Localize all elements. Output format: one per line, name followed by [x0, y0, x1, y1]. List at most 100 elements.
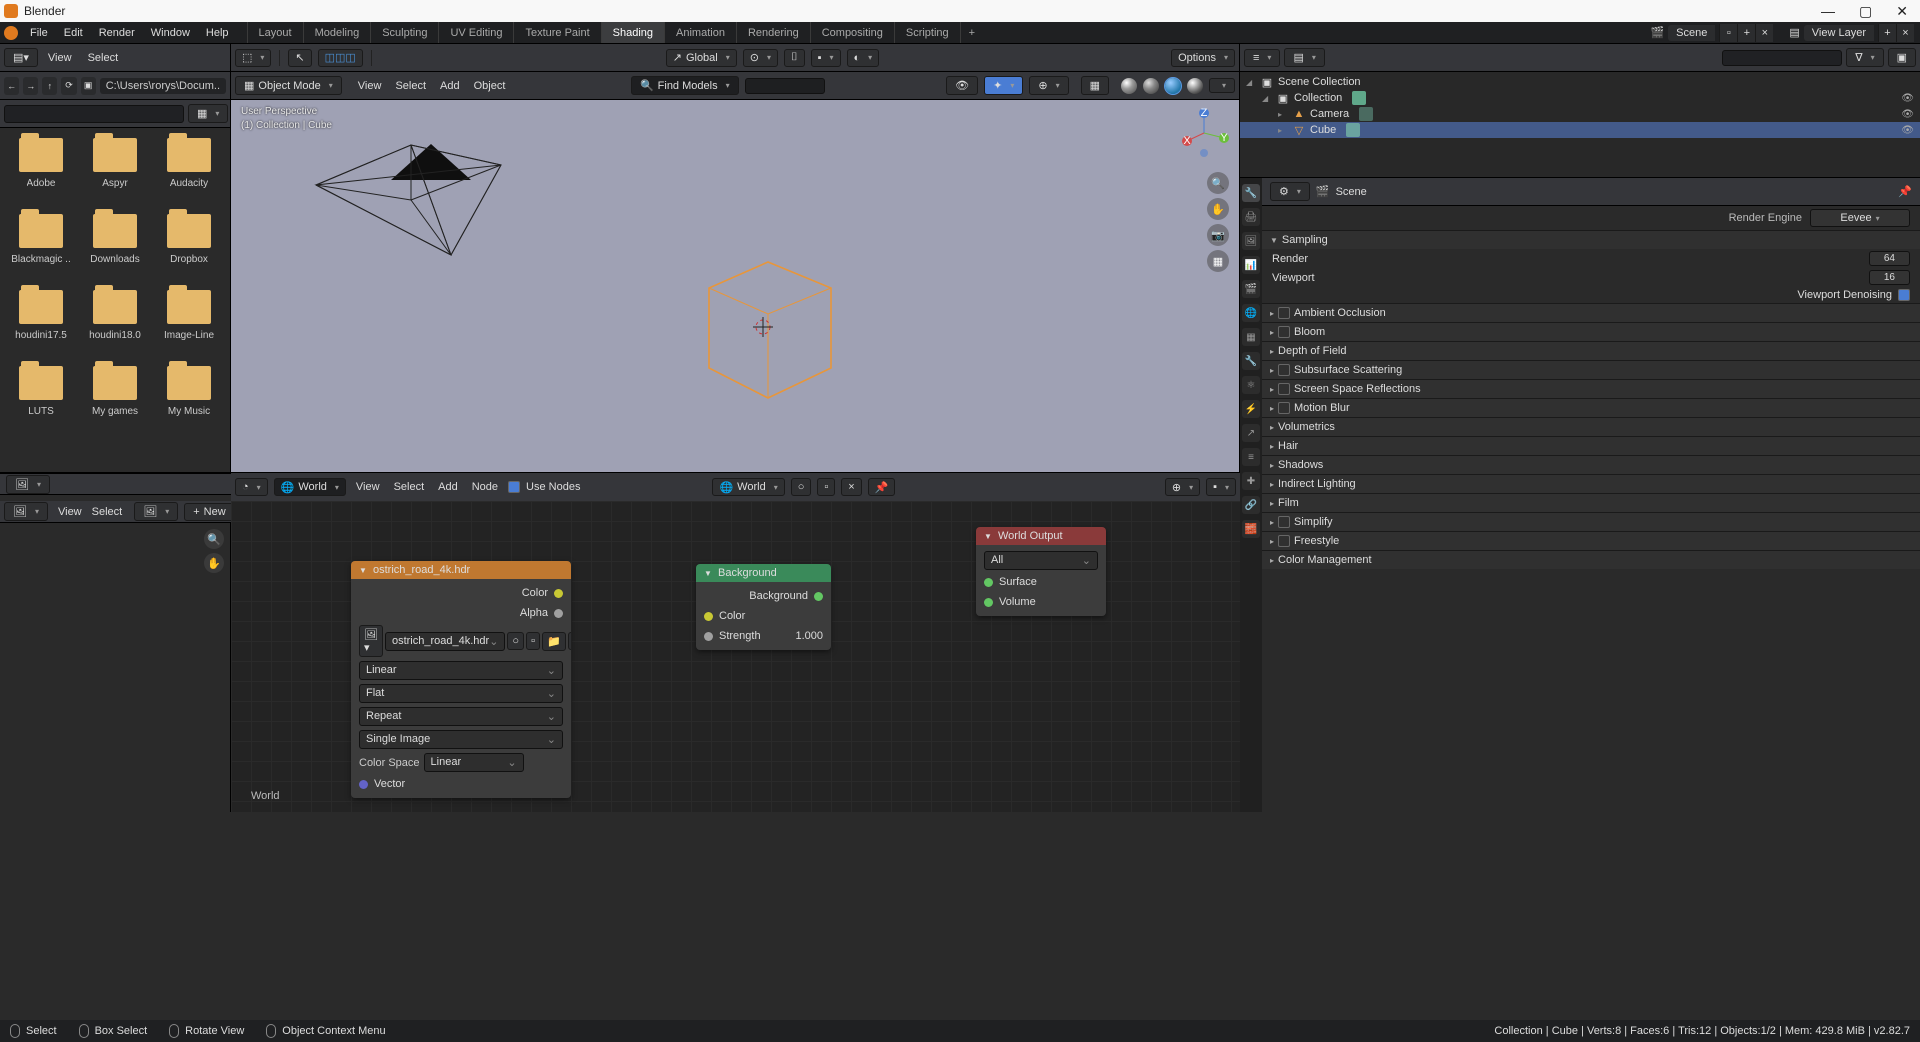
world-datablock[interactable]: 🌐 World [712, 478, 784, 496]
viewlayer-field[interactable]: View Layer [1804, 25, 1874, 41]
pivot-dropdown[interactable]: ⊙ [743, 49, 778, 67]
world-delete[interactable]: × [841, 478, 861, 496]
viewlayer-new-button[interactable]: + [1878, 24, 1896, 42]
panel-screen-space-reflections[interactable]: ▸Screen Space Reflections [1262, 379, 1920, 398]
pan-button[interactable]: ✋ [1207, 198, 1229, 220]
fb-menu-select[interactable]: Select [82, 52, 125, 64]
output-target[interactable]: All [984, 551, 1098, 570]
tree-collection[interactable]: ◢▣Collection 👁 [1240, 90, 1920, 106]
folder-item[interactable]: My games [78, 366, 152, 442]
env-new[interactable]: ▫ [526, 632, 540, 650]
nodeeditor-type[interactable]: ◔ [235, 478, 268, 496]
outliner-display-mode[interactable]: ▤ [1284, 48, 1324, 67]
path-field[interactable]: C:\Users\rorys\Docum.. [100, 78, 226, 94]
minimize-button[interactable]: — [1821, 3, 1835, 20]
filebrowser-display-mode[interactable]: ▤▾ [4, 48, 38, 67]
tab-sculpting[interactable]: Sculpting [371, 22, 439, 43]
outliner-search-input[interactable] [1722, 50, 1842, 66]
panel-color-management[interactable]: ▸Color Management [1262, 550, 1920, 569]
env-projection[interactable]: Flat [359, 684, 563, 703]
shading-rendered[interactable] [1187, 78, 1203, 94]
panel-freestyle[interactable]: ▸Freestyle [1262, 531, 1920, 550]
3d-viewport-canvas[interactable]: User Perspective (1) Collection | Cube [231, 100, 1239, 472]
panel-subsurface-scattering[interactable]: ▸Subsurface Scattering [1262, 360, 1920, 379]
nav-back-button[interactable]: ← [4, 77, 19, 95]
zoom-button[interactable]: 🔍 [1207, 172, 1229, 194]
folder-item[interactable]: Dropbox [152, 214, 226, 290]
node-env-texture[interactable]: ▼ostrich_road_4k.hdr Color Alpha 🖼▾ ostr… [351, 561, 571, 798]
use-nodes-checkbox[interactable] [508, 481, 520, 493]
panel-indirect-lighting[interactable]: ▸Indirect Lighting [1262, 474, 1920, 493]
render-samples-field[interactable]: 64 [1869, 251, 1910, 266]
node-menu-node[interactable]: Node [468, 481, 502, 493]
prop-tab-4[interactable]: 🎬 [1242, 280, 1260, 298]
shading-wireframe[interactable] [1121, 78, 1137, 94]
cube-visibility-toggle[interactable]: 👁 [1901, 125, 1914, 136]
tree-scene-collection[interactable]: ◢▣Scene Collection [1240, 74, 1920, 90]
prop-tab-5[interactable]: 🌐 [1242, 304, 1260, 322]
panel-simplify[interactable]: ▸Simplify [1262, 512, 1920, 531]
prop-pin[interactable]: 📌 [1898, 185, 1912, 198]
sampling-panel-header[interactable]: ▼Sampling [1262, 230, 1920, 249]
panel-checkbox[interactable] [1278, 364, 1290, 376]
overlay-toggle[interactable]: ⊕ [1029, 76, 1068, 95]
panel-checkbox[interactable] [1278, 383, 1290, 395]
v3d-menu-view[interactable]: View [354, 80, 386, 92]
shading-matpreview[interactable] [1165, 78, 1181, 94]
panel-checkbox[interactable] [1278, 307, 1290, 319]
coll-visibility-toggle[interactable]: 👁 [1901, 93, 1914, 104]
panel-ambient-occlusion[interactable]: ▸Ambient Occlusion [1262, 303, 1920, 322]
env-interp[interactable]: Linear [359, 661, 563, 680]
prop-tab-2[interactable]: 🖼 [1242, 232, 1260, 250]
env-image-name[interactable]: ostrich_road_4k.hdr [385, 632, 505, 651]
bp-zoom-button[interactable]: 🔍 [204, 529, 224, 549]
folder-item[interactable]: LUTS [4, 366, 78, 442]
world-fake-user[interactable]: ○ [791, 478, 812, 496]
outliner-newcoll[interactable]: ▣ [1888, 48, 1916, 67]
folder-item[interactable]: Audacity [152, 138, 226, 214]
nav-gizmo[interactable]: Z Y X [1179, 108, 1229, 158]
node-pin[interactable]: 📌 [868, 478, 896, 496]
tab-rendering[interactable]: Rendering [737, 22, 811, 43]
panel-checkbox[interactable] [1278, 516, 1290, 528]
prop-tab-12[interactable]: ✚ [1242, 472, 1260, 490]
scene-new-button[interactable]: + [1737, 24, 1755, 42]
panel-film[interactable]: ▸Film [1262, 493, 1920, 512]
camera-view-button[interactable]: 📷 [1207, 224, 1229, 246]
panel-volumetrics[interactable]: ▸Volumetrics [1262, 417, 1920, 436]
world-new[interactable]: ▫ [817, 478, 835, 496]
viewlayer-del-button[interactable]: × [1896, 24, 1914, 42]
proportional-edit-dropdown[interactable]: ◐ [847, 49, 880, 67]
prop-tab-14[interactable]: 🧱 [1242, 520, 1260, 538]
env-fake-user[interactable]: ○ [507, 632, 524, 650]
shading-options-button[interactable] [1209, 78, 1235, 93]
prop-tab-3[interactable]: 📊 [1242, 256, 1260, 274]
selectability-toggle[interactable]: 👁 [946, 76, 978, 95]
display-settings-button[interactable]: ▦ [188, 104, 228, 123]
node-overlay-toggle[interactable]: ⊕ [1165, 478, 1200, 496]
close-button[interactable]: ✕ [1896, 3, 1908, 20]
outliner-editor-type[interactable]: ≡ [1244, 49, 1280, 67]
prop-tab-6[interactable]: ▦ [1242, 328, 1260, 346]
xray-toggle[interactable]: ▦ [1081, 76, 1109, 95]
find-models-field[interactable]: 🔍 Find Models [631, 76, 739, 95]
folder-item[interactable]: Downloads [78, 214, 152, 290]
folder-item[interactable]: Adobe [4, 138, 78, 214]
prop-tab-8[interactable]: ⚛ [1242, 376, 1260, 394]
folder-item[interactable]: Image-Line [152, 290, 226, 366]
tab-layout[interactable]: Layout [248, 22, 304, 43]
viewport-denoising-checkbox[interactable] [1898, 289, 1910, 301]
nav-newfolder-button[interactable]: ▣ [81, 77, 96, 95]
camera-object[interactable] [311, 140, 531, 280]
v3d-menu-object[interactable]: Object [470, 80, 510, 92]
panel-motion-blur[interactable]: ▸Motion Blur [1262, 398, 1920, 417]
image-editor-type[interactable]: 🖼 [6, 475, 50, 494]
tab-texture-paint[interactable]: Texture Paint [514, 22, 601, 43]
options-dropdown[interactable]: Options [1171, 49, 1235, 67]
fb-menu-view[interactable]: View [42, 52, 78, 64]
world-select[interactable]: 🌐 World [274, 478, 346, 496]
mode-dropdown[interactable]: ▦ Object Mode [235, 76, 342, 95]
prop-editor-type[interactable]: ⚙ [1270, 182, 1310, 201]
menu-render[interactable]: Render [91, 22, 143, 43]
env-colorspace[interactable]: Linear [424, 753, 524, 772]
